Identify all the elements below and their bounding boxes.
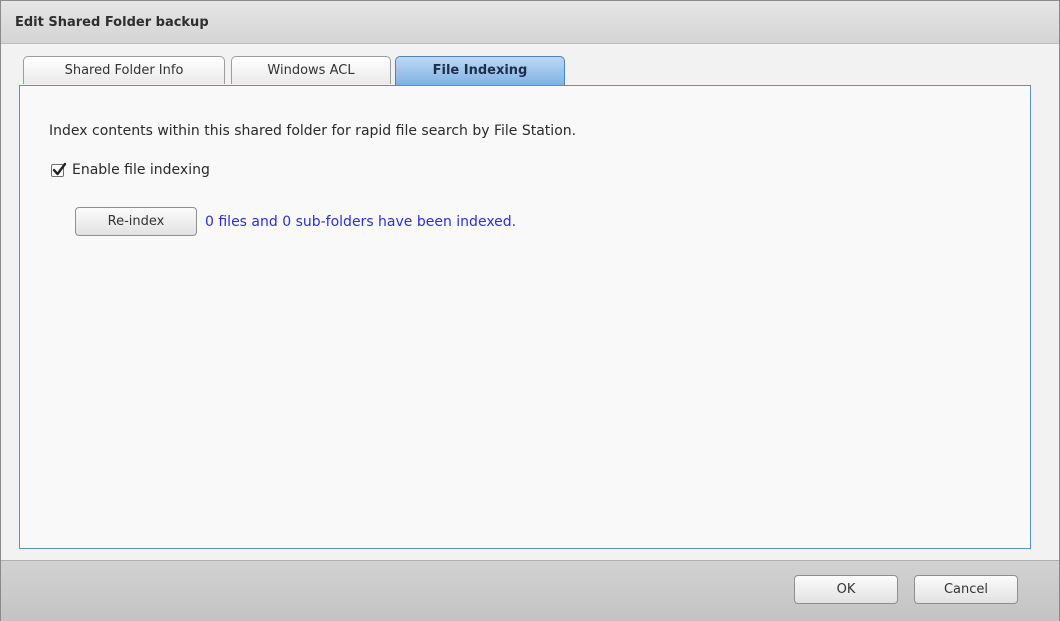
indexing-description: Index contents within this shared folder… [49, 123, 577, 139]
dialog-footer: OK Cancel [1, 560, 1059, 621]
dialog-window: Edit Shared Folder backup Shared Folder … [0, 0, 1060, 621]
dialog-body: Shared Folder Info Windows ACL File Inde… [1, 44, 1059, 560]
index-status-text: 0 files and 0 sub-folders have been inde… [205, 213, 517, 230]
file-indexing-panel: Index contents within this shared folder… [19, 85, 1031, 549]
dialog-title: Edit Shared Folder backup [15, 15, 209, 30]
enable-indexing-label: Enable file indexing [72, 162, 210, 178]
reindex-row: Re-index 0 files and 0 sub-folders have … [75, 207, 516, 236]
tab-shared-folder-info[interactable]: Shared Folder Info [23, 56, 225, 84]
cancel-button[interactable]: Cancel [914, 575, 1018, 604]
checkmark-icon [52, 162, 67, 175]
enable-indexing-checkbox[interactable] [51, 162, 67, 177]
tab-windows-acl[interactable]: Windows ACL [231, 56, 391, 84]
ok-button[interactable]: OK [794, 575, 898, 604]
title-bar: Edit Shared Folder backup [1, 1, 1059, 44]
tab-file-indexing[interactable]: File Indexing [395, 56, 565, 86]
reindex-button[interactable]: Re-index [75, 207, 197, 236]
enable-indexing-row[interactable]: Enable file indexing [51, 162, 210, 178]
